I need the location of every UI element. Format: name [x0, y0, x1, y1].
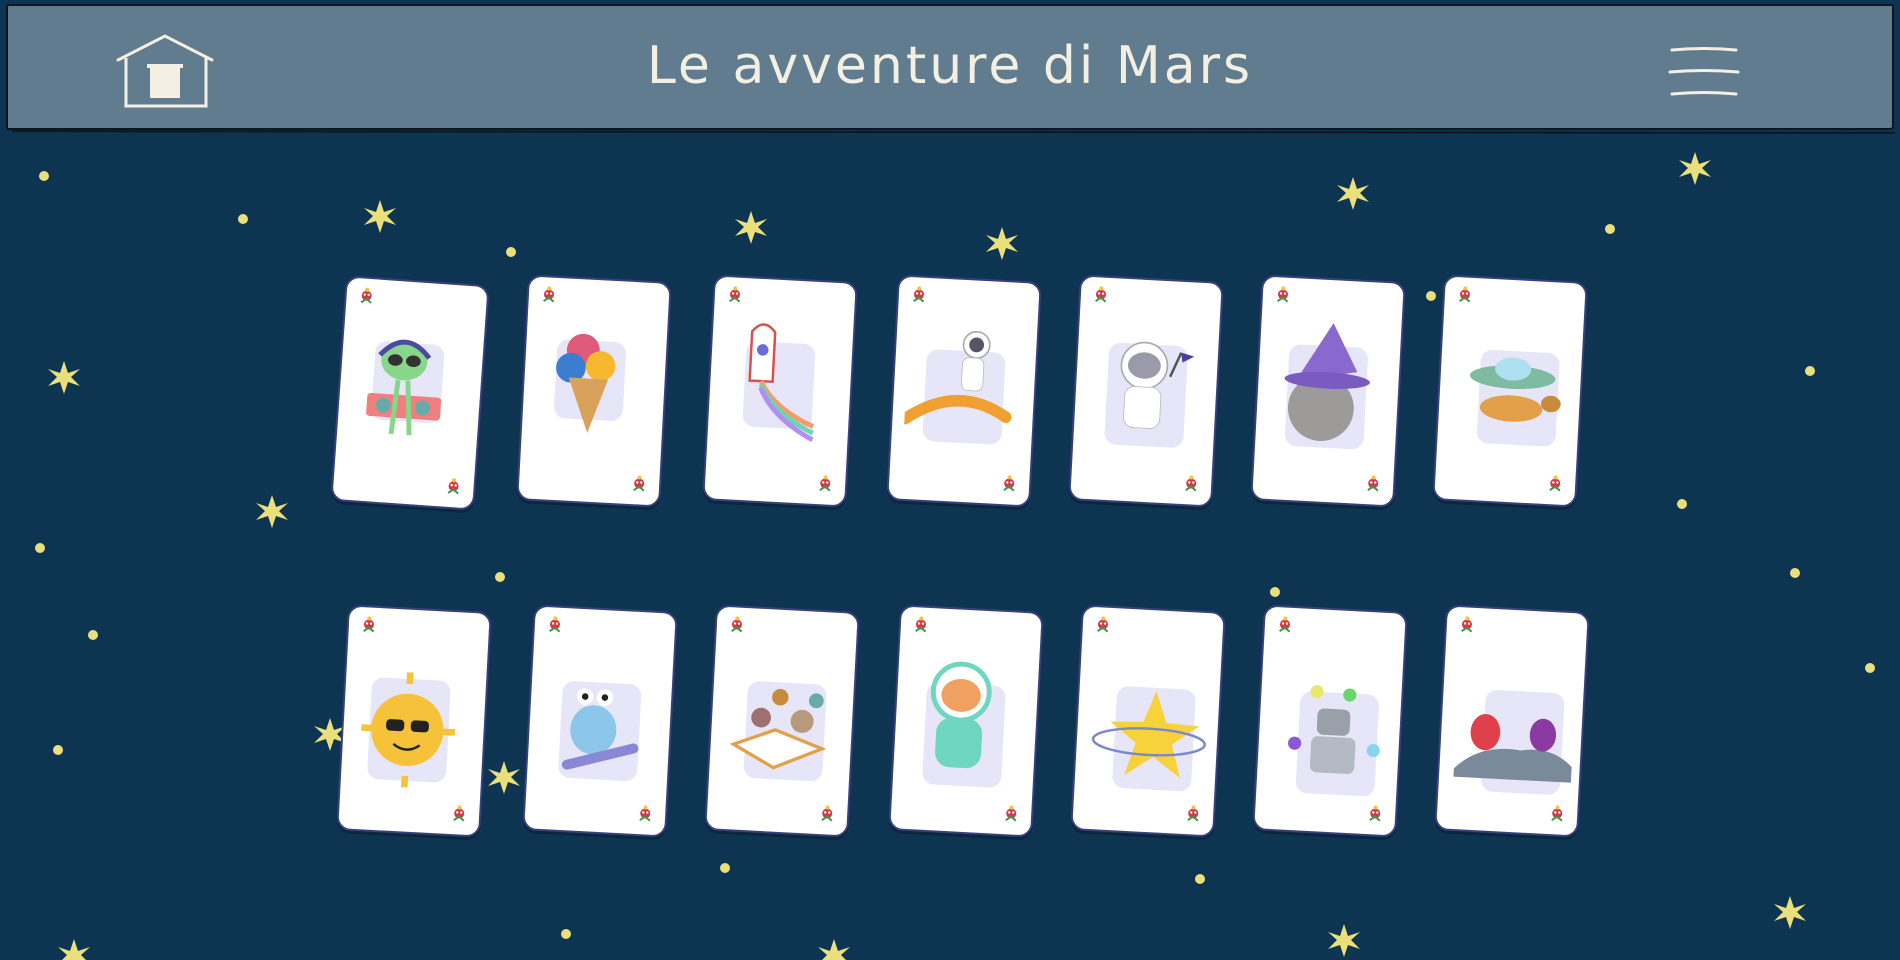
mars-emblem-icon [910, 615, 931, 638]
star-ring-icon [1091, 686, 1206, 792]
card-planets-book[interactable] [704, 604, 860, 838]
turtle-ufo-icon [1470, 349, 1561, 447]
mars-emblem-icon [356, 286, 377, 309]
mars-emblem-icon [817, 804, 838, 827]
ice-cream-icon [554, 333, 626, 433]
astronaut-surf-icon [902, 330, 1012, 445]
card-star-ring[interactable] [1070, 604, 1226, 838]
mars-emblem-icon [538, 285, 559, 308]
mars-emblem-icon [1547, 804, 1568, 827]
mars-emblem-icon [1363, 474, 1384, 497]
mars-emblem-icon [635, 804, 656, 827]
mars-emblem-icon [449, 804, 470, 827]
mars-emblem-icon [1545, 474, 1566, 497]
card-aliens-on-moon[interactable] [1434, 604, 1590, 838]
robot-icon [1288, 685, 1380, 797]
card-cool-sun[interactable] [336, 604, 492, 838]
mars-emblem-icon [1001, 804, 1022, 827]
hippo-astronaut-icon [1104, 341, 1195, 448]
mars-emblem-icon [629, 474, 650, 497]
aliens-moon-icon [1453, 689, 1575, 795]
card-astronaut-surfer[interactable] [886, 274, 1042, 508]
mars-emblem-icon [1456, 615, 1477, 638]
card-alien-dj[interactable] [330, 275, 490, 511]
mars-emblem-icon [1365, 804, 1386, 827]
mars-emblem-icon [724, 285, 745, 308]
sun-sunglasses-icon [361, 672, 456, 788]
rocket-icon [742, 323, 816, 442]
menu-button[interactable] [1668, 42, 1740, 102]
top-bar: Le avventure di Mars [6, 4, 1894, 130]
mars-emblem-icon [1274, 615, 1295, 638]
mars-emblem-icon [908, 285, 929, 308]
mars-emblem-icon [358, 615, 379, 638]
card-ice-cream-planets[interactable] [516, 274, 672, 508]
mars-emblem-icon [1272, 285, 1293, 308]
card-hippo-astronaut[interactable] [1068, 274, 1224, 508]
mars-emblem-icon [1092, 615, 1113, 638]
card-rocket-rainbow[interactable] [702, 274, 858, 508]
mars-emblem-icon [726, 615, 747, 638]
book-planets-icon [729, 681, 827, 782]
mars-emblem-icon [999, 474, 1020, 497]
card-turtle-ufo[interactable] [1432, 274, 1588, 508]
mars-emblem-icon [1454, 285, 1475, 308]
monster-skate-icon [558, 681, 642, 781]
mars-emblem-icon [443, 477, 464, 500]
card-robot-juggler[interactable] [1252, 604, 1408, 838]
page-title: Le avventure di Mars [646, 36, 1254, 96]
alien-dj-icon [366, 339, 445, 436]
mars-emblem-icon [544, 615, 565, 638]
moon-witch-icon [1284, 323, 1370, 450]
hamburger-menu-icon [1668, 47, 1740, 96]
mars-emblem-icon [1090, 285, 1111, 308]
fox-astronaut-icon [922, 661, 1006, 788]
card-monster-skateboard[interactable] [522, 604, 678, 838]
mars-emblem-icon [1183, 804, 1204, 827]
mars-emblem-icon [815, 474, 836, 497]
card-moon-wizard[interactable] [1250, 274, 1406, 508]
mars-emblem-icon [1181, 474, 1202, 497]
card-fox-astronaut[interactable] [888, 604, 1044, 838]
